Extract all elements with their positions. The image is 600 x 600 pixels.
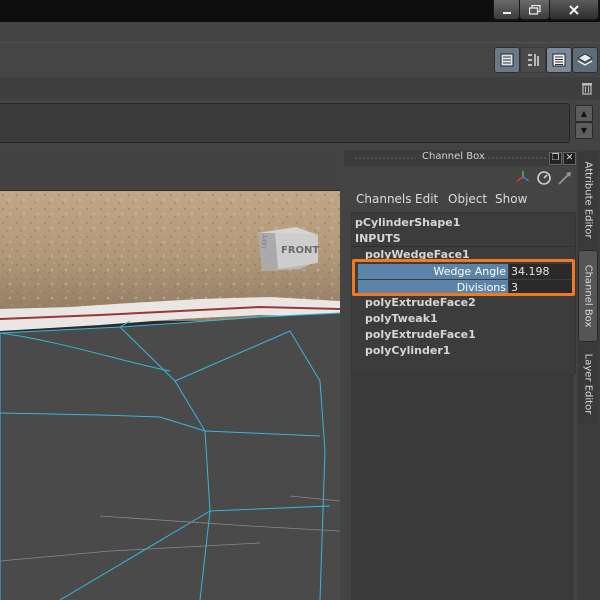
- close-icon: [569, 4, 579, 15]
- restore-button[interactable]: [519, 0, 550, 20]
- input-node-extrude2[interactable]: polyExtrudeFace2: [365, 296, 476, 309]
- layer-editor-toggle[interactable]: [572, 47, 598, 73]
- side-tab-strip: Attribute Editor Channel Box Layer Edito…: [577, 150, 600, 600]
- scroll-down-button[interactable]: ▼: [575, 122, 593, 139]
- minimize-icon: [502, 11, 511, 14]
- channel-box-panel: Channel Box ❐ ✕ Channels Edit Object Sho…: [344, 150, 576, 600]
- channel-box-icon: [552, 53, 566, 67]
- minimize-button[interactable]: [493, 0, 520, 20]
- input-node-extrude1[interactable]: polyExtrudeFace1: [365, 328, 476, 341]
- tool-settings-icon: [528, 54, 539, 66]
- highlight-box: [352, 259, 575, 296]
- menu-channels[interactable]: Channels: [356, 192, 412, 206]
- tool-settings-toggle[interactable]: [520, 47, 546, 73]
- tab-label: Layer Editor: [582, 353, 594, 415]
- viewport-header: [0, 150, 340, 191]
- viewport-panel[interactable]: FRONT LEFT: [0, 150, 340, 600]
- layer-editor-icon: [577, 53, 593, 66]
- input-node-tweak[interactable]: polyTweak1: [365, 312, 438, 325]
- window-title-bar: [0, 0, 600, 22]
- float-panel-button[interactable]: ❐: [549, 152, 562, 165]
- view-cube-front-label: FRONT: [281, 245, 319, 256]
- input-node-cylinder[interactable]: polyCylinder1: [365, 344, 450, 357]
- menu-edit[interactable]: Edit: [415, 192, 438, 206]
- channel-list-empty-area: [351, 373, 574, 600]
- close-icon: ✕: [565, 153, 574, 163]
- tab-attribute-editor[interactable]: Attribute Editor: [578, 152, 598, 248]
- channel-box-title: Channel Box: [422, 151, 485, 162]
- channel-box-titlebar[interactable]: Channel Box ❐ ✕: [344, 150, 576, 166]
- tab-label: Attribute Editor: [582, 161, 594, 239]
- attribute-editor-toggle[interactable]: [494, 47, 520, 73]
- menu-strip: [0, 22, 600, 43]
- tab-channel-box[interactable]: Channel Box: [578, 250, 598, 342]
- tab-label: Channel Box: [582, 264, 594, 328]
- channel-box-menubar: Channels Edit Object Show: [344, 188, 576, 210]
- float-icon: ❐: [551, 153, 560, 163]
- channel-box-toggle[interactable]: [546, 47, 572, 73]
- view-cube[interactable]: FRONT LEFT: [258, 227, 319, 271]
- arrow-down-icon: ▼: [580, 126, 588, 135]
- trash-icon[interactable]: [581, 81, 593, 95]
- speed-dial-icon[interactable]: [536, 170, 552, 186]
- mesh-surface: [0, 313, 340, 600]
- status-toolbar: [0, 42, 600, 78]
- tab-layer-editor[interactable]: Layer Editor: [578, 344, 598, 424]
- restore-icon: [528, 4, 541, 15]
- axis-icon[interactable]: [516, 170, 530, 184]
- arrow-up-icon: ▲: [580, 109, 588, 118]
- manipulator-icon[interactable]: [557, 170, 573, 186]
- toolbar-secondary-strip: [0, 77, 600, 100]
- close-panel-button[interactable]: ✕: [563, 152, 576, 165]
- inputs-header: INPUTS: [355, 232, 401, 245]
- menu-object[interactable]: Object: [448, 192, 487, 206]
- object-shape-name[interactable]: pCylinderShape1: [355, 216, 460, 229]
- scroll-up-button[interactable]: ▲: [575, 105, 593, 122]
- viewport-scene[interactable]: FRONT LEFT: [0, 191, 340, 600]
- close-button[interactable]: [549, 0, 599, 20]
- menu-show[interactable]: Show: [495, 192, 527, 206]
- command-line-field[interactable]: [0, 103, 570, 143]
- attribute-editor-icon: [500, 53, 514, 67]
